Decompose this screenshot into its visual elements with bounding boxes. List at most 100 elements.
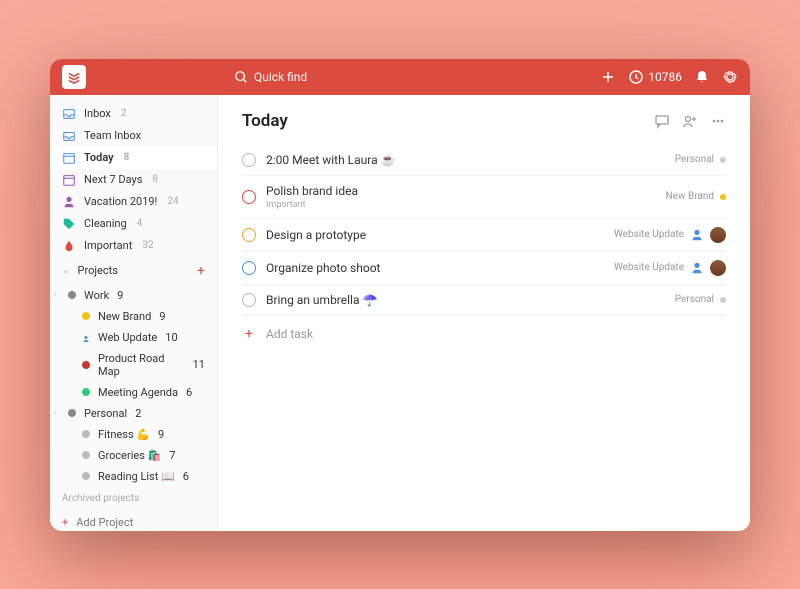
project-groceries[interactable]: Groceries 🛍️ 7 [50,445,217,466]
task-project: New Brand [666,191,714,202]
project-count: 9 [117,289,123,302]
project-label: Web Update [98,331,157,344]
project-dot [68,409,76,417]
task-row[interactable]: Bring an umbrella ☂️ Personal [242,285,726,316]
add-task-label: Add task [266,327,313,341]
person-icon [690,261,704,275]
nav-label: Next 7 Days [84,173,142,186]
project-label: Meeting Agenda [98,386,178,399]
more-icon[interactable] [710,113,726,129]
main-content: Today 2:00 Meet with Laura ☕ Personal [218,95,750,531]
task-row[interactable]: Polish brand idea Important New Brand [242,176,726,219]
project-label: Reading List 📖 [98,470,175,483]
task-title: Organize photo shoot [266,261,380,275]
plus-icon: + [62,516,68,529]
nav-label: Today [84,151,114,164]
add-task-button[interactable]: + Add task [242,316,726,352]
archived-projects-label[interactable]: Archived projects [50,487,217,510]
project-label: Work [84,289,109,302]
add-project-label: Add Project [76,516,133,529]
project-label: Groceries 🛍️ [98,449,161,462]
task-project: Personal [675,294,714,305]
task-checkbox[interactable] [242,190,256,204]
task-checkbox[interactable] [242,293,256,307]
project-dot [82,388,90,396]
project-count: 9 [158,428,164,441]
topbar: Quick find 10786 [50,59,750,95]
share-icon[interactable] [682,113,698,129]
sidebar-item-inbox[interactable]: Inbox 2 [50,103,217,125]
project-new-brand[interactable]: New Brand 9 [50,306,217,327]
nav-label: Important [84,239,132,252]
project-label: New Brand [98,310,151,323]
project-dot [720,297,726,303]
task-project: Website Update [614,262,684,273]
inbox-icon [62,107,76,121]
page-title: Today [242,111,288,131]
task-title: Design a prototype [266,228,366,242]
add-project-button[interactable]: + Add Project [50,510,217,531]
nav-count: 8 [152,174,158,185]
project-dot [68,291,76,299]
task-title: Polish brand idea [266,184,358,198]
project-dot [82,312,90,320]
app-logo[interactable] [62,65,86,89]
nav-count: 4 [137,218,143,229]
nav-count: 24 [167,196,178,207]
task-title: Bring an umbrella ☂️ [266,293,377,307]
task-checkbox[interactable] [242,228,256,242]
task-row[interactable]: Design a prototype Website Update [242,219,726,252]
sidebar-item-next7[interactable]: Next 7 Days 8 [50,169,217,191]
person-icon [62,195,76,209]
sidebar-item-cleaning[interactable]: Cleaning 4 [50,213,217,235]
drop-icon [62,239,76,253]
task-row[interactable]: Organize photo shoot Website Update [242,252,726,285]
project-dot [720,194,726,200]
project-personal[interactable]: › Personal 2 [50,403,217,424]
project-roadmap[interactable]: Product Road Map 11 [50,348,217,382]
project-label: Fitness 💪 [98,428,150,441]
today-icon [62,151,76,165]
comment-icon[interactable] [654,113,670,129]
chevron-right-icon: › [54,290,57,300]
sidebar-item-team-inbox[interactable]: Team Inbox [50,125,217,147]
search[interactable]: Quick find [234,70,307,84]
karma-score[interactable]: 10786 [628,69,682,85]
sidebar-item-vacation[interactable]: Vacation 2019! 24 [50,191,217,213]
project-dot [82,430,90,438]
project-dot [720,157,726,163]
section-label: Projects [78,264,118,277]
sidebar: Inbox 2 Team Inbox Today 8 Next 7 Days 8… [50,95,218,531]
karma-value: 10786 [648,70,682,84]
logo-icon [67,70,81,84]
karma-icon [628,69,644,85]
project-reading-list[interactable]: Reading List 📖 6 [50,466,217,487]
main-actions [654,113,726,129]
add-project-plus-icon[interactable]: + [197,263,205,279]
bell-icon[interactable] [694,69,710,85]
person-icon [82,333,90,341]
topbar-actions: 10786 [600,69,738,85]
project-count: 6 [186,386,192,399]
project-label: Personal [84,407,127,420]
projects-header[interactable]: ⌄ Projects + [50,257,217,285]
sidebar-item-important[interactable]: Important 32 [50,235,217,257]
chevron-down-icon: ⌄ [62,266,70,276]
project-count: 11 [193,358,205,371]
project-web-update[interactable]: Web Update 10 [50,327,217,348]
gear-icon[interactable] [722,69,738,85]
nav-label: Cleaning [84,217,127,230]
project-dot [82,361,90,369]
project-dot [82,472,90,480]
task-title: 2:00 Meet with Laura ☕ [266,153,396,167]
task-checkbox[interactable] [242,261,256,275]
project-work[interactable]: › Work 9 [50,285,217,306]
project-meeting-agenda[interactable]: Meeting Agenda 6 [50,382,217,403]
task-row[interactable]: 2:00 Meet with Laura ☕ Personal [242,145,726,176]
project-fitness[interactable]: Fitness 💪 9 [50,424,217,445]
app-window: Quick find 10786 Inbox 2 Team Inbox [50,59,750,531]
sidebar-item-today[interactable]: Today 8 [50,147,217,169]
tag-icon [62,217,76,231]
plus-icon[interactable] [600,69,616,85]
task-checkbox[interactable] [242,153,256,167]
